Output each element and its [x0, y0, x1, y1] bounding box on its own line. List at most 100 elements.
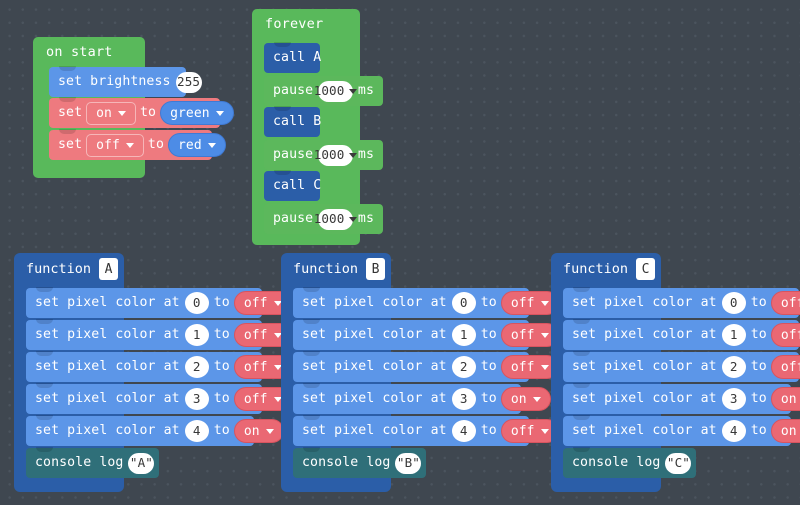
pause-block-3[interactable]: pause 1000 ms [264, 204, 383, 234]
chevron-down-icon [349, 88, 358, 94]
pixel-index-field[interactable]: 4 [184, 420, 209, 442]
chevron-down-icon [540, 332, 549, 338]
console-log-value-field[interactable]: "A" [128, 452, 155, 474]
set-brightness-block[interactable]: set brightness 255 [49, 66, 202, 97]
function-b-name-field[interactable]: B [366, 258, 386, 280]
set-pixel-row[interactable]: set pixel color at 3 to off [26, 383, 292, 414]
pixel-state-dropdown[interactable]: off [500, 355, 559, 379]
pause-value-field-3[interactable]: 1000 [314, 208, 358, 230]
pixel-index-field[interactable]: 3 [721, 388, 746, 410]
function-b-header: function B [281, 253, 402, 285]
set-pixel-row[interactable]: set pixel color at 0 to off [293, 287, 559, 318]
set-pixel-row[interactable]: set pixel color at 2 to off [293, 351, 559, 382]
pixel-index-field[interactable]: 4 [721, 420, 746, 442]
pixel-state-dropdown[interactable]: on [500, 387, 551, 411]
console-log-block[interactable]: console log "B" [293, 447, 426, 478]
pixel-index-field[interactable]: 1 [451, 324, 476, 346]
pause-block-2[interactable]: pause 1000 ms [264, 140, 383, 170]
console-log-block[interactable]: console log "C" [563, 447, 696, 478]
pixel-index-field[interactable]: 2 [721, 356, 746, 378]
call-b-block[interactable]: call B [264, 106, 321, 137]
call-a-label: call A [273, 50, 322, 66]
set-on-color-block[interactable]: set on to green [49, 97, 234, 128]
chevron-down-icon [540, 428, 549, 434]
pixel-index-field[interactable]: 2 [451, 356, 476, 378]
set-label: set [58, 105, 83, 121]
console-log-value-field[interactable]: "C" [665, 452, 692, 474]
pixel-index-field[interactable]: 1 [721, 324, 746, 346]
set-pixel-row[interactable]: set pixel color at 1 to off [563, 319, 800, 350]
set-pixel-row[interactable]: set pixel color at 2 to off [563, 351, 800, 382]
set-pixel-prefix: set pixel color at [572, 327, 717, 343]
pixel-state-dropdown[interactable]: off [500, 419, 559, 443]
chevron-down-icon [125, 142, 134, 148]
console-log-block[interactable]: console log "A" [26, 447, 159, 478]
forever-label: forever [265, 16, 324, 32]
set-off-color-block[interactable]: set off to red [49, 129, 226, 160]
set-pixel-row[interactable]: set pixel color at 0 to off [26, 287, 292, 318]
pixel-index-field[interactable]: 0 [721, 292, 746, 314]
pixel-index-field[interactable]: 3 [184, 388, 209, 410]
off-variable-dropdown[interactable]: off [86, 133, 144, 157]
set-label: set [58, 137, 83, 153]
call-a-block[interactable]: call A [264, 42, 322, 73]
to-label: to [213, 295, 230, 311]
set-pixel-row[interactable]: set pixel color at 1 to off [26, 319, 292, 350]
pixel-index-field[interactable]: 1 [184, 324, 209, 346]
green-color-dropdown[interactable]: green [160, 101, 234, 125]
set-pixel-row[interactable]: set pixel color at 1 to off [293, 319, 559, 350]
pause-label: pause [273, 83, 314, 99]
pixel-index-field[interactable]: 0 [184, 292, 209, 314]
function-c-header: function C [551, 253, 672, 285]
pixel-state-label: off [510, 327, 535, 343]
console-log-value-field[interactable]: "B" [395, 452, 422, 474]
pixel-index-field[interactable]: 2 [184, 356, 209, 378]
set-pixel-row[interactable]: set pixel color at 3 to on [563, 383, 800, 414]
pixel-state-label: on [780, 391, 797, 407]
pixel-state-dropdown[interactable]: on [233, 419, 284, 443]
pause-label: pause [273, 211, 314, 227]
set-brightness-label: set brightness [58, 74, 171, 90]
set-pixel-row[interactable]: set pixel color at 4 to on [26, 415, 284, 446]
set-pixel-row[interactable]: set pixel color at 4 to off [293, 415, 559, 446]
to-label: to [139, 105, 157, 121]
pixel-index-field[interactable]: 4 [451, 420, 476, 442]
pixel-state-label: off [780, 359, 800, 375]
set-pixel-prefix: set pixel color at [35, 359, 180, 375]
to-label: to [147, 137, 164, 153]
pause-block-1[interactable]: pause 1000 ms [264, 76, 383, 106]
pause-value-field-2[interactable]: 1000 [314, 144, 358, 166]
set-pixel-row[interactable]: set pixel color at 4 to on [563, 415, 800, 446]
chevron-down-icon [540, 364, 549, 370]
to-label: to [213, 359, 230, 375]
pixel-state-dropdown[interactable]: off [770, 291, 800, 315]
pixel-state-dropdown[interactable]: off [500, 323, 559, 347]
blocks-workspace[interactable]: on start set brightness 255 set on to gr… [0, 0, 800, 505]
chevron-down-icon [349, 216, 358, 222]
pixel-index-field[interactable]: 3 [451, 388, 476, 410]
set-pixel-row[interactable]: set pixel color at 2 to off [26, 351, 292, 382]
pixel-index-field[interactable]: 0 [451, 292, 476, 314]
chevron-down-icon [215, 110, 224, 116]
chevron-down-icon [540, 300, 549, 306]
pixel-state-dropdown[interactable]: on [770, 419, 800, 443]
red-color-dropdown[interactable]: red [168, 133, 226, 157]
on-variable-dropdown[interactable]: on [86, 101, 136, 125]
pixel-state-dropdown[interactable]: off [500, 291, 559, 315]
function-c-name-field[interactable]: C [636, 258, 656, 280]
set-pixel-row[interactable]: set pixel color at 3 to on [293, 383, 551, 414]
set-pixel-row[interactable]: set pixel color at 0 to off [563, 287, 800, 318]
to-label: to [480, 423, 497, 439]
function-a-name-field[interactable]: A [99, 258, 119, 280]
brightness-value-field[interactable]: 255 [175, 71, 202, 93]
pixel-state-dropdown[interactable]: on [770, 387, 800, 411]
set-pixel-prefix: set pixel color at [35, 423, 180, 439]
pause-value-field-1[interactable]: 1000 [314, 80, 358, 102]
pixel-state-dropdown[interactable]: off [770, 355, 800, 379]
function-keyword-label: function [563, 261, 629, 277]
pixel-state-dropdown[interactable]: off [770, 323, 800, 347]
on-variable-label: on [96, 105, 112, 121]
chevron-down-icon [349, 152, 358, 158]
set-pixel-prefix: set pixel color at [572, 423, 717, 439]
call-c-block[interactable]: call C [264, 170, 321, 201]
